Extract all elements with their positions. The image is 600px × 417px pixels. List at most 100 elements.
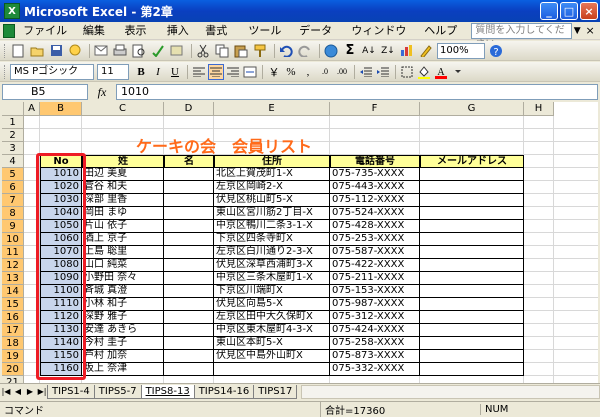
cell-mei[interactable] bbox=[164, 259, 214, 272]
cell-address[interactable]: 伏見区向島5-X bbox=[214, 298, 330, 311]
cell-email[interactable] bbox=[420, 181, 524, 194]
copy-icon[interactable] bbox=[214, 43, 230, 59]
cell-name[interactable]: 深野 雅子 bbox=[82, 311, 164, 324]
cell-email[interactable] bbox=[420, 220, 524, 233]
row-header-6[interactable]: 6 bbox=[2, 181, 24, 194]
zoom-select[interactable]: 100% bbox=[437, 42, 485, 59]
chart-wizard-icon[interactable] bbox=[399, 43, 415, 59]
cell-phone[interactable]: 075-332-XXXX bbox=[330, 363, 420, 376]
print-icon[interactable] bbox=[112, 43, 128, 59]
cell-phone[interactable]: 075-422-XXXX bbox=[330, 259, 420, 272]
cell-name[interactable]: 上島 聡里 bbox=[82, 246, 164, 259]
cell-email[interactable] bbox=[420, 311, 524, 324]
cell-address[interactable]: 下京区川端町X bbox=[214, 285, 330, 298]
workbook-icon[interactable] bbox=[3, 23, 16, 38]
help-icon[interactable]: ? bbox=[488, 43, 504, 59]
cell-email[interactable] bbox=[420, 207, 524, 220]
cell-name[interactable]: 芦村 加奈 bbox=[82, 350, 164, 363]
autosum-icon[interactable]: Σ bbox=[342, 43, 358, 59]
cell-email[interactable] bbox=[420, 324, 524, 337]
cell-email[interactable] bbox=[420, 285, 524, 298]
font-color-icon[interactable]: A bbox=[433, 64, 449, 80]
sort-ascending-icon[interactable]: A↓ bbox=[361, 43, 377, 59]
cell-mei[interactable] bbox=[164, 311, 214, 324]
hyperlink-icon[interactable] bbox=[323, 43, 339, 59]
align-right-icon[interactable] bbox=[225, 64, 241, 80]
cell-phone[interactable]: 075-735-XXXX bbox=[330, 168, 420, 181]
next-sheet-icon[interactable]: ▶ bbox=[24, 387, 36, 396]
cell-email[interactable] bbox=[420, 168, 524, 181]
help-search-input[interactable]: 質問を入力してください bbox=[471, 22, 572, 50]
row-header-16[interactable]: 16 bbox=[2, 311, 24, 324]
workbook-close-icon[interactable]: × bbox=[584, 24, 596, 37]
row-header-15[interactable]: 15 bbox=[2, 298, 24, 311]
spelling-icon[interactable] bbox=[150, 43, 166, 59]
toolbar-options-icon[interactable] bbox=[450, 64, 466, 80]
menu-help[interactable]: ヘルプ(H) bbox=[419, 23, 471, 53]
column-header-d[interactable]: D bbox=[164, 102, 214, 116]
row-header-10[interactable]: 10 bbox=[2, 233, 24, 246]
increase-indent-icon[interactable] bbox=[375, 64, 391, 80]
row-header-1[interactable]: 1 bbox=[2, 116, 24, 129]
cell-mei[interactable] bbox=[164, 363, 214, 376]
cell-email[interactable] bbox=[420, 194, 524, 207]
open-icon[interactable] bbox=[29, 43, 45, 59]
cell-mei[interactable] bbox=[164, 298, 214, 311]
cell-name[interactable]: 田辺 美夏 bbox=[82, 168, 164, 181]
cell-phone[interactable]: 075-428-XXXX bbox=[330, 220, 420, 233]
maximize-button[interactable]: □ bbox=[560, 2, 578, 20]
cell-address[interactable]: 下京区四条寺町X bbox=[214, 233, 330, 246]
cell-mei[interactable] bbox=[164, 285, 214, 298]
cell-name[interactable]: 斉城 真澄 bbox=[82, 285, 164, 298]
format-painter-icon[interactable] bbox=[252, 43, 268, 59]
bold-button[interactable]: B bbox=[133, 64, 149, 80]
row-header-13[interactable]: 13 bbox=[2, 272, 24, 285]
undo-icon[interactable] bbox=[278, 43, 294, 59]
cell-phone[interactable]: 075-987-XXXX bbox=[330, 298, 420, 311]
percent-icon[interactable]: % bbox=[283, 64, 299, 80]
menu-file[interactable]: ファイル(F) bbox=[18, 23, 78, 53]
menu-format[interactable]: 書式(O) bbox=[200, 23, 243, 53]
font-name-select[interactable]: MS Pゴシック bbox=[10, 63, 94, 80]
row-header-11[interactable]: 11 bbox=[2, 246, 24, 259]
cell-name[interactable]: 坂上 奈津 bbox=[82, 363, 164, 376]
mail-icon[interactable] bbox=[93, 43, 109, 59]
first-sheet-icon[interactable]: |◀ bbox=[0, 387, 12, 396]
cell-name[interactable]: 安達 あきら bbox=[82, 324, 164, 337]
cut-icon[interactable] bbox=[195, 43, 211, 59]
new-icon[interactable] bbox=[10, 43, 26, 59]
cell-phone[interactable]: 075-258-XXXX bbox=[330, 337, 420, 350]
column-header-c[interactable]: C bbox=[82, 102, 164, 116]
row-header-18[interactable]: 18 bbox=[2, 337, 24, 350]
row-header-19[interactable]: 19 bbox=[2, 350, 24, 363]
row-header-4[interactable]: 4 bbox=[2, 155, 24, 168]
save-icon[interactable] bbox=[48, 43, 64, 59]
cell-address[interactable]: 東山区宮川筋2丁目-X bbox=[214, 207, 330, 220]
row-header-20[interactable]: 20 bbox=[2, 363, 24, 376]
cell-name[interactable]: 今村 圭子 bbox=[82, 337, 164, 350]
permission-icon[interactable] bbox=[67, 43, 83, 59]
header-cell-sei[interactable]: 姓 bbox=[82, 155, 164, 168]
name-box[interactable]: B5 bbox=[2, 84, 88, 100]
cell-address[interactable]: 中京区鴨川二条3-1-X bbox=[214, 220, 330, 233]
insert-function-icon[interactable]: fx bbox=[88, 85, 116, 100]
cell-mei[interactable] bbox=[164, 181, 214, 194]
row-header-21[interactable]: 21 bbox=[2, 376, 24, 383]
cell-phone[interactable]: 075-253-XXXX bbox=[330, 233, 420, 246]
menu-tools[interactable]: ツール(T) bbox=[243, 23, 294, 53]
cell-email[interactable] bbox=[420, 363, 524, 376]
sheet-title[interactable]: ケーキの会 会員リスト bbox=[136, 133, 312, 157]
comma-style-icon[interactable]: , bbox=[300, 64, 316, 80]
row-header-3[interactable]: 3 bbox=[2, 142, 24, 155]
column-header-b[interactable]: B bbox=[40, 102, 82, 116]
cell-phone[interactable]: 075-112-XXXX bbox=[330, 194, 420, 207]
cell-mei[interactable] bbox=[164, 233, 214, 246]
cell-phone[interactable]: 075-443-XXXX bbox=[330, 181, 420, 194]
column-header-a[interactable]: A bbox=[24, 102, 40, 116]
cell-mei[interactable] bbox=[164, 207, 214, 220]
row-header-8[interactable]: 8 bbox=[2, 207, 24, 220]
row-header-7[interactable]: 7 bbox=[2, 194, 24, 207]
cell-mei[interactable] bbox=[164, 324, 214, 337]
cell-mei[interactable] bbox=[164, 337, 214, 350]
increase-decimal-icon[interactable]: .0 bbox=[317, 64, 333, 80]
